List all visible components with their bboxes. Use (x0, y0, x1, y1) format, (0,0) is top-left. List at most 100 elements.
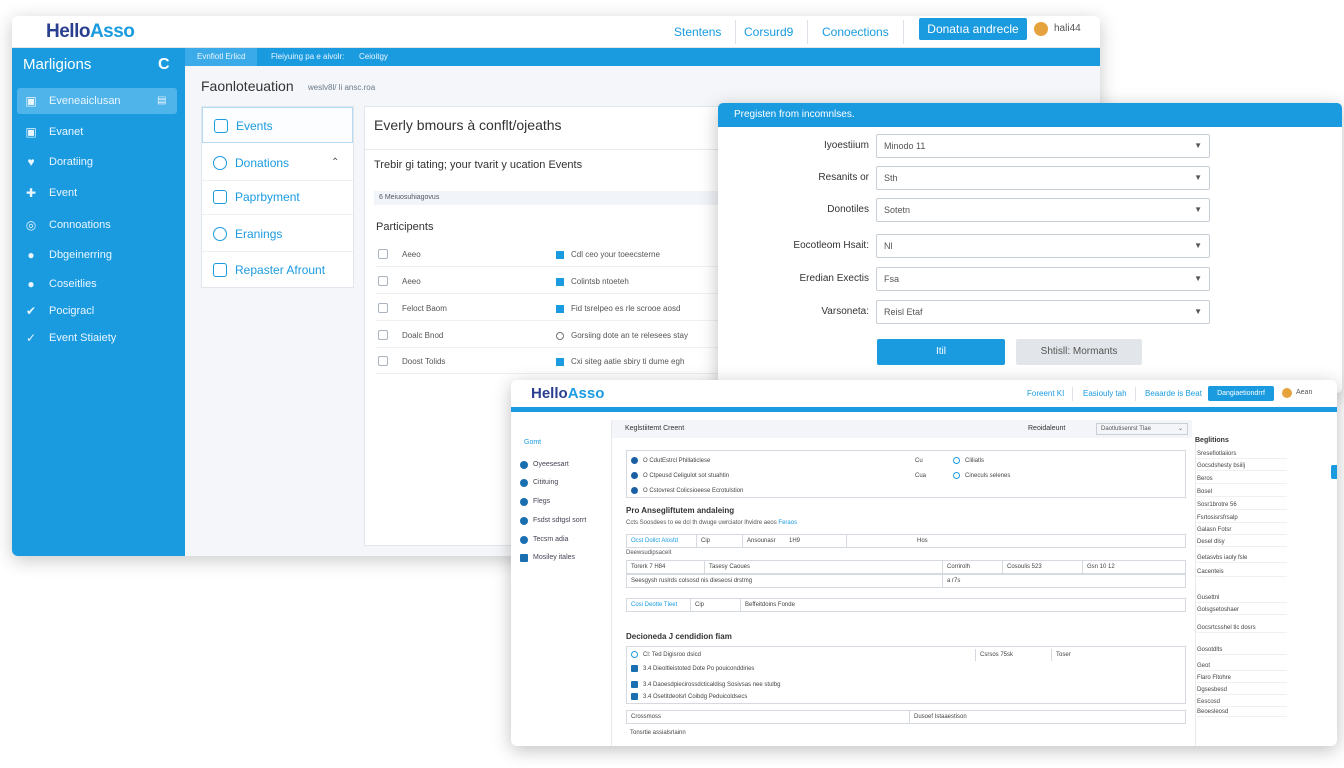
donate-cta-button[interactable]: Dangiaetiondrrf (1208, 386, 1274, 401)
right-column-item[interactable]: Sresefiotlaiiors (1197, 450, 1287, 459)
right-column-item[interactable]: Fsrtosisrsfrsalp (1197, 514, 1287, 523)
menu-item-donations[interactable]: Donations ⌃ (202, 145, 353, 181)
menu-item-events[interactable]: Events (202, 107, 353, 143)
radio-icon[interactable] (631, 457, 638, 464)
right-column-item[interactable]: Dgsesbesd (1197, 686, 1287, 695)
select-field[interactable]: Nl ▼ (876, 234, 1210, 258)
right-column-item[interactable]: Gusettnl (1197, 594, 1287, 603)
filter-strip[interactable]: 6 Meiuosuhiagovus (374, 191, 719, 205)
user-name[interactable]: Aean (1296, 389, 1312, 396)
radio-option[interactable]: O Ctpeusd Celigulot sot stuahtin Cua Cin… (631, 469, 1181, 483)
sidebar-item-engineering[interactable]: ● Dbgeinerring (17, 242, 177, 268)
select-field[interactable]: Minodo 11 ▼ (876, 134, 1210, 158)
donate-cta-button[interactable]: Donatıa andrecle (919, 18, 1027, 40)
nav-link-stentens[interactable]: Stentens (660, 20, 737, 44)
table-row[interactable]: Feloct Baom Fid tsrelpeo es rle scrooe a… (376, 297, 721, 321)
section-menu: Events Donations ⌃ Paprbyment Eranings R… (201, 106, 354, 288)
nav-link-corsurd[interactable]: Corsurd9 (730, 20, 809, 44)
radio-icon[interactable] (631, 651, 638, 658)
right-column-item[interactable]: Galasn Fotsr (1197, 526, 1287, 535)
menu-item-payment[interactable]: Paprbyment (202, 179, 353, 215)
subtab-evnfiotl[interactable]: Evnfiotl Erlicd (185, 48, 258, 66)
row-checkbox[interactable] (378, 356, 388, 366)
right-column-item[interactable]: Flaro Fltohre (1197, 674, 1287, 683)
right-column-item[interactable]: Getasvbs iaoly fsle (1197, 554, 1287, 563)
row-checkbox[interactable] (378, 249, 388, 259)
right-column-item[interactable]: Beros (1197, 475, 1287, 484)
sidebar-item-donating[interactable]: ♥ Doratiing (17, 149, 177, 175)
refresh-icon[interactable]: C (158, 56, 170, 74)
right-column-item[interactable]: Sosr1brotre 56 (1197, 501, 1287, 510)
right-column-item[interactable]: Beoesleosd (1197, 708, 1287, 717)
right-column-item[interactable]: Gosotdlts (1197, 646, 1287, 655)
right-column-item[interactable]: Desel dlsy (1197, 538, 1287, 547)
helloasso-logo[interactable]: HelloAsso (46, 21, 135, 43)
user-name[interactable]: hali44 (1054, 23, 1081, 34)
checkbox-icon[interactable] (631, 693, 638, 700)
list-item[interactable]: 3.4 Dieoltleistoted Dote Po pouiconddiri… (631, 663, 1183, 675)
right-column-item[interactable]: Gocsrtcsshel tlc dosrs (1197, 624, 1287, 633)
breadcrumb[interactable]: weslv8l/ li ansc.roa (308, 83, 375, 92)
select-field[interactable]: Sotetn ▼ (876, 198, 1210, 222)
secondary-button[interactable]: Shtisll: Mormants (1016, 339, 1142, 365)
list-item[interactable]: 3.4 Osetitdeolsrl Coibdg Peduicoldsecs (631, 691, 1183, 703)
sidebar-item-connections[interactable]: ◎ Connoations (17, 212, 177, 238)
form-grid-row[interactable]: Cosi Deotte Tleet Cip Beffeitdoins Fonde (626, 598, 1186, 612)
list-item[interactable]: Cl: Ted Digisroo dsicd Csrsos 75sk Toser (631, 649, 1183, 661)
sidebar-item-event[interactable]: ✚ Event (17, 180, 177, 206)
sidebar-item-events-overview[interactable]: ▣ Eveneaiclusan ▤ (17, 88, 177, 114)
table-row[interactable]: Aeeo Cdl ceo your toeecsterne (376, 243, 721, 267)
row-checkbox[interactable] (378, 276, 388, 286)
sidebar-item-event-society[interactable]: ✓ Event Stiaiety (17, 325, 177, 351)
form-grid-row[interactable]: Torerk 7 H84 Tasesy Caoues Corrirolh Cos… (626, 560, 1186, 574)
radio-option[interactable]: O CdutEstrcl Phillaticlese Cu Cliliatls (631, 454, 1181, 468)
radio-icon[interactable] (953, 472, 960, 479)
form-grid-row[interactable]: Crossmoss Dusoef Istaaestison (626, 710, 1186, 724)
checkbox-icon[interactable] (631, 665, 638, 672)
select-field[interactable]: Fsa ▼ (876, 267, 1210, 291)
sidebar-item-cosites[interactable]: ● Coseitlies (17, 271, 177, 297)
radio-option[interactable]: O Cstovrest Colicsioeese Ecrotulstion (631, 484, 1181, 498)
menu-item-register-amount[interactable]: Repaster Afrount (202, 252, 353, 288)
user-icon: ● (27, 248, 35, 262)
right-column-item[interactable]: Cacenteis (1197, 568, 1287, 577)
radio-icon[interactable] (631, 472, 638, 479)
sub-tab-bar: Evnfiotl Erlicd Fleiyuing pa e aivolr: C… (185, 48, 1100, 66)
select-field[interactable]: Sth ▼ (876, 166, 1210, 190)
select-field[interactable]: Reisl Etaf ▼ (876, 300, 1210, 324)
right-column-item[interactable]: Gocsdshesty bsiilj (1197, 462, 1287, 471)
reg-select[interactable]: Daotlutisenrst Tlae ⌄ (1096, 423, 1188, 435)
form-grid-row[interactable]: Ocst Dolict Alosfd Cip Ansounasr 1H9 Hos (626, 534, 1186, 548)
subtab-ceioitgy[interactable]: Ceioitgy (347, 48, 400, 66)
table-row[interactable]: Aeeo Colintsb ntoeteh (376, 270, 721, 294)
checkbox-icon[interactable] (631, 681, 638, 688)
list-item[interactable]: 3.4 Daoesdpiecirossdcticaldisg Sosivsas … (631, 679, 1183, 691)
radio-icon[interactable] (631, 487, 638, 494)
table-row[interactable]: Doalc Bnod Gorsiing dote an te relesees … (376, 324, 721, 348)
nav-link-beaarde[interactable]: Beaarde is Beat (1137, 387, 1211, 401)
menu-item-earnings[interactable]: Eranings (202, 216, 353, 252)
form-row: Donotiles Sotetn ▼ (718, 198, 1342, 224)
row-checkbox[interactable] (378, 303, 388, 313)
nav-link-easiouly[interactable]: Easiouly tah (1075, 387, 1136, 401)
table-row[interactable]: Doost Tolids Cxi siteg aatie sbiry ti du… (376, 350, 721, 374)
nav-link-connections[interactable]: Conoections (808, 20, 904, 44)
submit-button[interactable]: Itil (877, 339, 1005, 365)
form-grid-row[interactable]: Seesgysh ruslrds colsosd nis dieseosi dr… (626, 574, 1186, 588)
subtab-fleiyuing[interactable]: Fleiyuing pa e aivolr: (259, 48, 356, 66)
chevron-up-icon[interactable]: ⌃ (331, 145, 339, 181)
right-column-item[interactable]: Geot (1197, 662, 1287, 671)
nav-link-forent[interactable]: Foreent KI (1019, 387, 1074, 401)
section-heading: Decioneda J cendidion fiam (626, 632, 732, 641)
row-checkbox[interactable] (378, 330, 388, 340)
user-avatar-icon[interactable] (1034, 22, 1048, 36)
side-tab-handle[interactable] (1331, 465, 1337, 479)
right-column-item[interactable]: Bosel (1197, 488, 1287, 497)
sidebar-item-pocigracl[interactable]: ✔ Pocigracl (17, 298, 177, 324)
right-column-item[interactable]: Eescosd (1197, 698, 1287, 707)
helloasso-logo[interactable]: HelloAsso (531, 385, 604, 402)
radio-icon[interactable] (953, 457, 960, 464)
user-avatar-icon[interactable] (1282, 388, 1292, 398)
right-column-item[interactable]: Golsgsetoshaer (1197, 606, 1287, 615)
sidebar-item-evanet[interactable]: ▣ Evanet (17, 119, 177, 145)
